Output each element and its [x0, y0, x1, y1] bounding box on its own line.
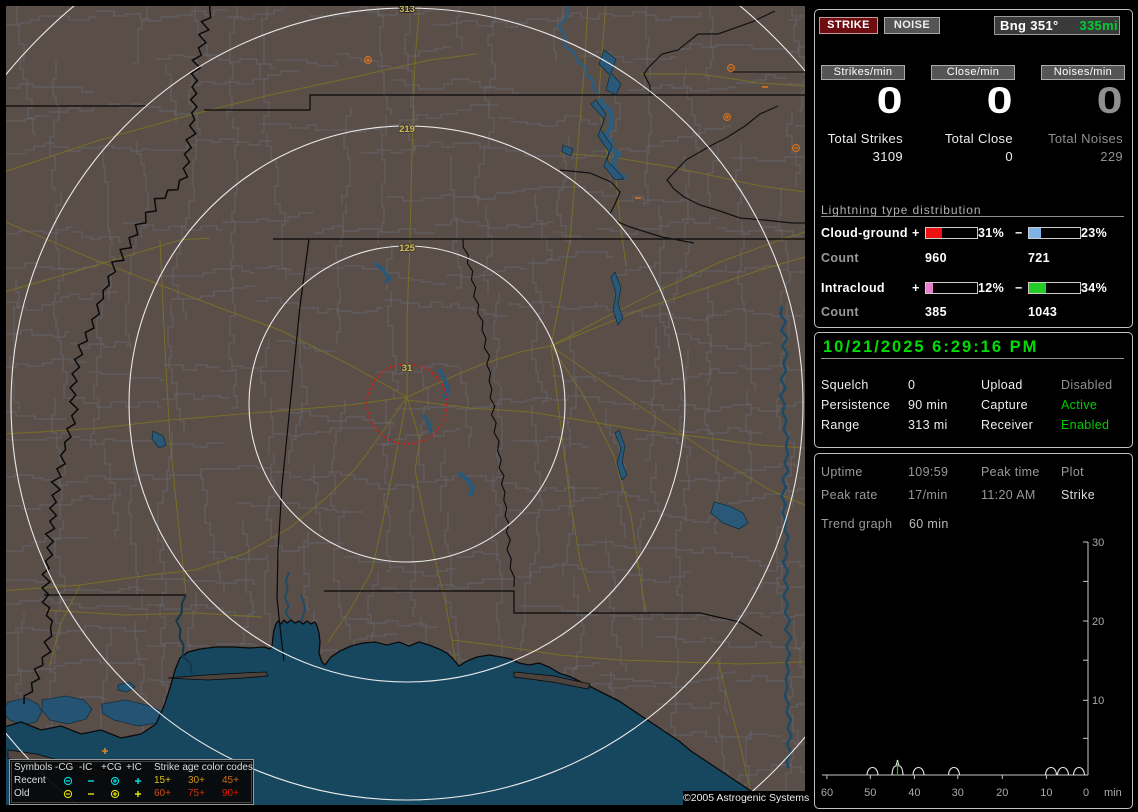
svg-text:10: 10: [1092, 695, 1104, 707]
svg-text:30: 30: [952, 787, 964, 799]
svg-text:125: 125: [399, 243, 416, 254]
svg-text:0: 0: [1083, 787, 1089, 799]
svg-text:60: 60: [821, 787, 833, 799]
svg-text:20: 20: [996, 787, 1008, 799]
svg-text:313: 313: [399, 6, 415, 15]
svg-text:20: 20: [1092, 616, 1104, 628]
svg-text:219: 219: [399, 124, 415, 135]
svg-text:40: 40: [908, 787, 920, 799]
svg-text:10: 10: [1040, 787, 1052, 799]
svg-text:30: 30: [1092, 537, 1104, 549]
svg-text:31: 31: [402, 363, 413, 374]
svg-text:50: 50: [864, 787, 876, 799]
svg-text:min: min: [1104, 787, 1122, 799]
